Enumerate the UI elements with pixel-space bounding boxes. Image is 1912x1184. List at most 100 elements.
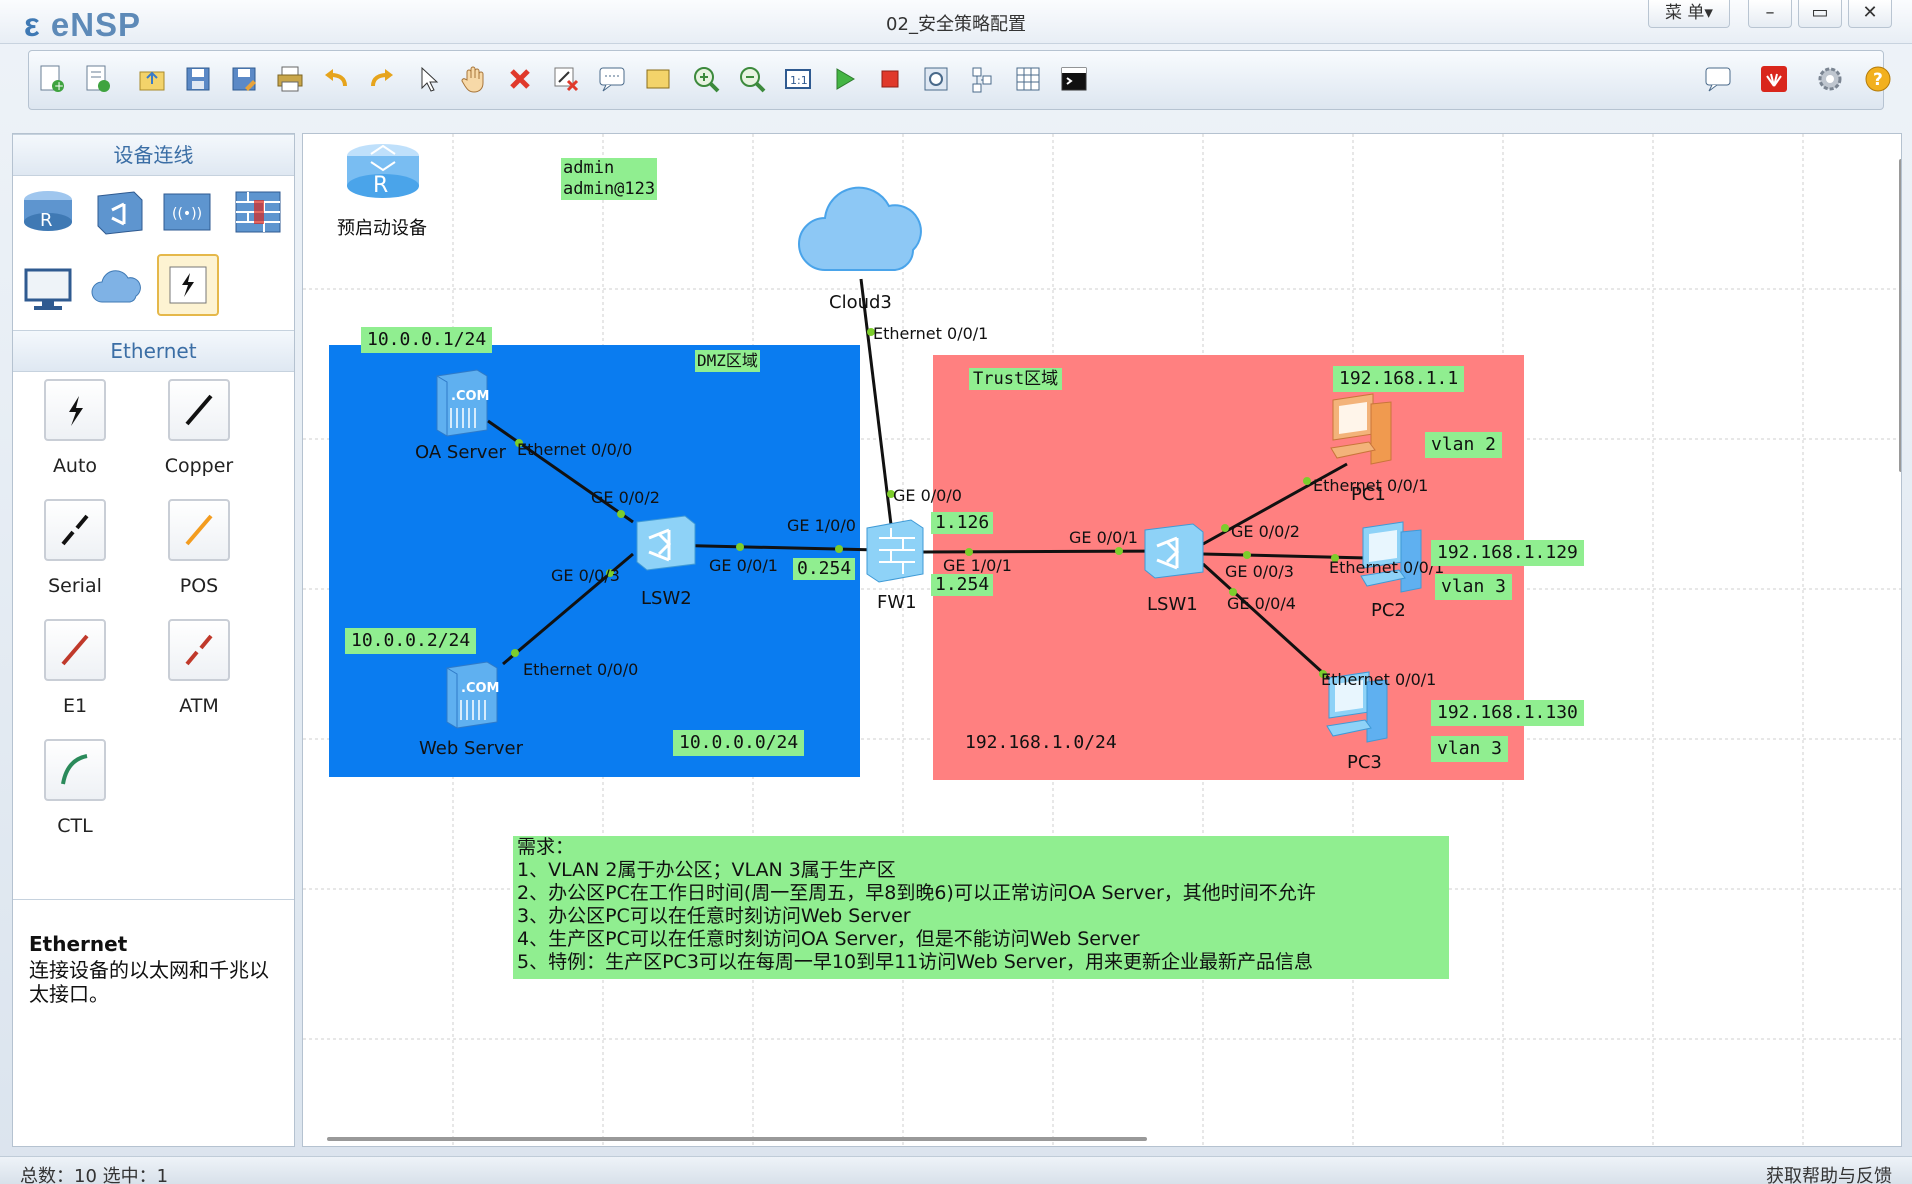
fw-trust-ip-label[interactable]: 1.126 — [931, 512, 994, 534]
zoom-in-icon[interactable] — [687, 60, 725, 98]
cable-e1[interactable]: E1 — [25, 619, 125, 717]
pan-hand-icon[interactable] — [455, 60, 493, 98]
cable-label: E1 — [62, 695, 88, 717]
cli-icon[interactable] — [1055, 60, 1093, 98]
trust-subnet-label[interactable]: 192.168.1.0/24 — [959, 730, 1123, 756]
palette-icon[interactable] — [639, 60, 677, 98]
port-label: GE 0/0/4 — [1227, 594, 1296, 613]
preboot-router[interactable]: R — [343, 134, 423, 218]
delete-link-icon[interactable] — [547, 60, 585, 98]
topology-icon[interactable] — [963, 60, 1001, 98]
print-icon[interactable] — [271, 60, 309, 98]
oa-ip-label[interactable]: 10.0.0.1/24 — [361, 327, 493, 353]
link-lsw1-pc3 — [1201, 562, 1335, 684]
web-server-device[interactable]: .COM — [441, 658, 501, 734]
wireless-category-icon[interactable]: ((•)) — [159, 182, 217, 240]
fw-trust-ip-label-2[interactable]: 1.254 — [931, 574, 994, 596]
pc3-vlan-label[interactable]: vlan 3 — [1431, 736, 1509, 762]
port-label: GE 0/0/1 — [709, 556, 778, 575]
port-label: Ethernet 0/0/0 — [517, 440, 633, 459]
dmz-subnet-label[interactable]: 10.0.0.0/24 — [673, 730, 805, 756]
huawei-icon[interactable] — [1755, 60, 1793, 98]
link-endpoint — [1115, 547, 1123, 555]
close-button[interactable]: ✕ — [1848, 0, 1892, 28]
save-icon[interactable] — [179, 60, 217, 98]
svg-text:.COM: .COM — [461, 681, 499, 696]
link-endpoint — [736, 543, 744, 551]
topology-canvas[interactable]: R 预启动设备 admin admin@123 Cloud3 Ethernet … — [302, 133, 1902, 1147]
zoom-out-icon[interactable] — [733, 60, 771, 98]
trust-zone-label[interactable]: Trust区域 — [969, 368, 1063, 390]
firewall-icon — [866, 519, 924, 583]
redo-icon[interactable] — [363, 60, 401, 98]
cable-copper[interactable]: Copper — [149, 379, 249, 477]
credentials-note[interactable]: admin admin@123 — [561, 158, 658, 200]
switch-category-icon[interactable] — [89, 182, 147, 240]
requirement-line: 需求： — [517, 836, 575, 858]
cable-auto[interactable]: Auto — [25, 379, 125, 477]
dmz-zone-label[interactable]: DMZ区域 — [695, 350, 760, 372]
requirements-note[interactable]: 需求： 1、VLAN 2属于办公区；VLAN 3属于生产区 2、办公区PC在工作… — [513, 836, 1449, 979]
port-label: Ethernet 0/0/0 — [523, 660, 639, 679]
settings-gear-icon[interactable] — [1811, 60, 1849, 98]
menu-button[interactable]: 菜 单▾ — [1648, 0, 1730, 28]
grid-icon[interactable] — [1009, 60, 1047, 98]
cable-atm[interactable]: ATM — [149, 619, 249, 717]
undo-icon[interactable] — [317, 60, 355, 98]
capture-icon[interactable] — [917, 60, 955, 98]
terminal-category-icon[interactable] — [19, 260, 77, 318]
help-feedback-link[interactable]: 获取帮助与反馈 — [1766, 1162, 1892, 1184]
cloud3-device[interactable] — [795, 174, 925, 288]
server-icon: .COM — [436, 369, 489, 437]
text-note-icon[interactable] — [593, 60, 631, 98]
delete-icon[interactable] — [501, 60, 539, 98]
svg-text:?: ? — [1873, 70, 1883, 90]
fw-dmz-ip-label[interactable]: 0.254 — [793, 558, 856, 580]
router-category-icon[interactable]: R — [19, 182, 77, 240]
oa-server-device[interactable]: .COM — [431, 366, 491, 442]
maximize-button[interactable]: ▭ — [1798, 0, 1842, 28]
pc2-ip-label[interactable]: 192.168.1.129 — [1431, 540, 1584, 566]
status-count: 总数：10 选中：1 — [20, 1166, 169, 1184]
cable-ctl[interactable]: CTL — [25, 739, 125, 837]
new-topology-icon[interactable]: + — [33, 60, 71, 98]
cable-pos[interactable]: POS — [149, 499, 249, 597]
cable-category-icon[interactable] — [157, 254, 219, 316]
web-ip-label[interactable]: 10.0.0.2/24 — [345, 628, 477, 654]
pc1-ip-label[interactable]: 192.168.1.1 — [1333, 366, 1465, 392]
stop-device-icon[interactable] — [871, 60, 909, 98]
link-endpoint — [1221, 524, 1229, 532]
port-label: GE 0/0/3 — [551, 566, 620, 585]
lsw1-device[interactable] — [1137, 520, 1207, 588]
select-pointer-icon[interactable] — [409, 60, 447, 98]
cloud-category-icon[interactable] — [89, 260, 147, 318]
cable-serial[interactable]: Serial — [25, 499, 125, 597]
pc1-vlan-label[interactable]: vlan 2 — [1425, 432, 1503, 458]
svg-text:1:1: 1:1 — [790, 74, 808, 87]
fit-window-icon[interactable]: 1:1 — [779, 60, 817, 98]
requirement-line: 4、生产区PC可以在任意时刻访问OA Server，但是不能访问Web Serv… — [517, 928, 1140, 950]
save-as-icon[interactable] — [225, 60, 263, 98]
open-icon[interactable] — [133, 60, 171, 98]
new-example-icon[interactable] — [79, 60, 117, 98]
port-label: GE 0/0/3 — [1225, 562, 1294, 581]
port-label: GE 0/0/1 — [1069, 528, 1138, 547]
start-device-icon[interactable] — [825, 60, 863, 98]
firewall-category-icon[interactable] — [229, 182, 287, 240]
minimize-button[interactable]: – — [1748, 0, 1792, 28]
pc3-ip-label[interactable]: 192.168.1.130 — [1431, 700, 1584, 726]
lsw2-device[interactable] — [629, 512, 699, 580]
fw1-device[interactable] — [861, 516, 929, 590]
svg-text:R: R — [373, 173, 388, 198]
help-icon[interactable]: ? — [1859, 60, 1897, 98]
pc2-vlan-label[interactable]: vlan 3 — [1435, 574, 1513, 600]
port-label: Ethernet 0/0/1 — [873, 324, 989, 343]
chat-icon[interactable] — [1699, 60, 1737, 98]
vertical-scrollbar[interactable] — [1899, 159, 1901, 472]
cloud-icon — [798, 186, 922, 271]
pc1-device[interactable] — [1327, 392, 1397, 472]
port-label: GE 0/0/0 — [893, 486, 962, 505]
topology-links — [487, 278, 1368, 684]
port-label: GE 1/0/0 — [787, 516, 856, 535]
horizontal-scrollbar[interactable] — [327, 1137, 1147, 1141]
